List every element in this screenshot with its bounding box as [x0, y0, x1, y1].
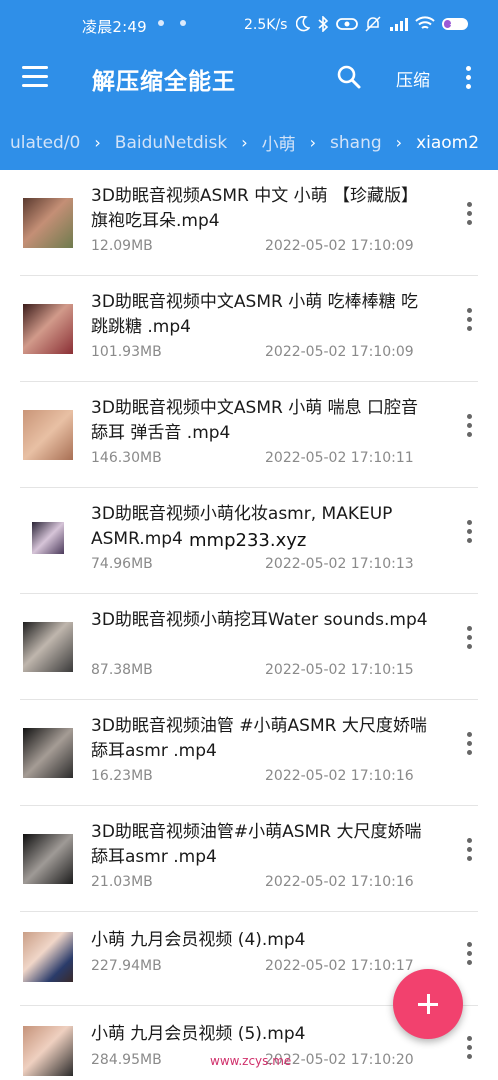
file-size: 74.96MB [91, 556, 153, 572]
more-vert-icon[interactable] [465, 308, 473, 335]
video-thumbnail [23, 410, 73, 460]
file-name: 3D助眠音视频ASMR 中文 小萌 【珍藏版】旗袍吃耳朵.mp4 [91, 186, 419, 231]
site-watermark: www.zcys.me [210, 1054, 292, 1068]
link-icon [336, 18, 358, 30]
more-vert-icon[interactable] [465, 202, 473, 229]
file-row[interactable]: 3D助眠音视频小萌挖耳Water sounds.mp4 87.38MB 2022… [0, 594, 498, 700]
file-list: 3D助眠音视频ASMR 中文 小萌 【珍藏版】旗袍吃耳朵.mp4 12.09MB… [0, 170, 498, 1076]
video-thumbnail [23, 932, 73, 982]
video-thumbnail [23, 1026, 73, 1076]
menu-icon[interactable] [22, 66, 48, 88]
breadcrumb-item[interactable]: shang [330, 133, 382, 153]
notification-dot-icon [180, 20, 186, 26]
add-fab-button[interactable] [393, 969, 463, 1039]
video-thumbnail [23, 198, 73, 248]
battery-level: 32 [449, 18, 461, 28]
file-date: 2022-05-02 17:10:09 [265, 238, 414, 254]
more-vert-icon[interactable] [465, 732, 473, 759]
chevron-right-icon: › [309, 133, 317, 152]
file-size: 21.03MB [91, 874, 153, 890]
file-row[interactable]: 3D助眠音视频油管#小萌ASMR 大尺度娇喘舔耳asmr .mp4 21.03M… [0, 806, 498, 912]
more-vert-icon[interactable] [465, 520, 473, 547]
file-date: 2022-05-02 17:10:09 [265, 344, 414, 360]
bluetooth-icon [318, 16, 329, 32]
mute-icon [365, 16, 381, 32]
moon-icon [296, 16, 310, 32]
file-row[interactable]: 3D助眠音视频ASMR 中文 小萌 【珍藏版】旗袍吃耳朵.mp4 12.09MB… [0, 170, 498, 276]
file-name: 3D助眠音视频油管#小萌ASMR 大尺度娇喘舔耳asmr .mp4 [91, 822, 422, 867]
file-size: 227.94MB [91, 958, 162, 974]
app-bar: 解压缩全能王 压缩 [0, 50, 498, 106]
chevron-right-icon: › [241, 133, 248, 152]
breadcrumb-item-current[interactable]: xiaom2 [416, 133, 479, 153]
status-time: 凌晨2:49 [82, 18, 147, 36]
file-name: 3D助眠音视频小萌挖耳Water sounds.mp4 [91, 610, 428, 630]
file-size: 101.93MB [91, 344, 162, 360]
battery-icon: 32 [442, 18, 468, 30]
file-size: 284.95MB [91, 1052, 162, 1068]
video-thumbnail [23, 304, 73, 354]
file-row[interactable]: 3D助眠音视频中文ASMR 小萌 喘息 口腔音 舔耳 弹舌音 .mp4 146.… [0, 382, 498, 488]
file-date: 2022-05-02 17:10:16 [265, 768, 414, 784]
app-title: 解压缩全能王 [92, 69, 236, 95]
wifi-icon [415, 16, 435, 29]
chevron-right-icon: › [94, 133, 101, 152]
file-date: 2022-05-02 17:10:11 [265, 450, 414, 466]
video-thumbnail [23, 834, 73, 884]
video-thumbnail [23, 728, 73, 778]
more-vert-icon[interactable] [465, 838, 473, 865]
video-thumbnail [32, 522, 64, 554]
search-icon[interactable] [336, 64, 362, 90]
more-vert-icon[interactable] [465, 626, 473, 653]
file-name: 小萌 九月会员视频 (5).mp4 [91, 1024, 306, 1044]
breadcrumb-item[interactable]: ulated/0 [10, 133, 80, 153]
file-size: 12.09MB [91, 238, 153, 254]
file-name: 3D助眠音视频油管 #小萌ASMR 大尺度娇喘舔耳asmr .mp4 [91, 716, 427, 761]
more-vert-icon[interactable] [464, 66, 472, 93]
file-size: 16.23MB [91, 768, 153, 784]
net-speed: 2.5K/s [244, 17, 288, 33]
file-size: 146.30MB [91, 450, 162, 466]
file-name: 小萌 九月会员视频 (4).mp4 [91, 930, 306, 950]
file-row[interactable]: 3D助眠音视频中文ASMR 小萌 吃棒棒糖 吃跳跳糖 .mp4 101.93MB… [0, 276, 498, 382]
file-date: 2022-05-02 17:10:13 [265, 556, 414, 572]
hd-signal-icon [390, 18, 408, 31]
notification-dot-icon [158, 20, 164, 26]
more-vert-icon[interactable] [465, 942, 473, 969]
compress-button[interactable]: 压缩 [396, 66, 430, 91]
file-name: 3D助眠音视频中文ASMR 小萌 吃棒棒糖 吃跳跳糖 .mp4 [91, 292, 419, 337]
file-date: 2022-05-02 17:10:15 [265, 662, 414, 678]
file-size: 87.38MB [91, 662, 153, 678]
breadcrumb-item[interactable]: 小萌 [262, 130, 296, 155]
breadcrumb-item[interactable]: BaiduNetdisk [115, 133, 227, 153]
overlay-watermark: mmp233.xyz [189, 530, 307, 551]
status-bar: 凌晨2:49 2.5K/s 32 [0, 0, 498, 50]
breadcrumb: ulated/0 › BaiduNetdisk › 小萌 › shang › x… [0, 106, 498, 170]
more-vert-icon[interactable] [465, 414, 473, 441]
more-vert-icon[interactable] [465, 1036, 473, 1063]
file-date: 2022-05-02 17:10:17 [265, 958, 414, 974]
chevron-right-icon: › [395, 133, 403, 152]
video-thumbnail [23, 622, 73, 672]
file-name: 3D助眠音视频中文ASMR 小萌 喘息 口腔音 舔耳 弹舌音 .mp4 [91, 398, 419, 443]
file-row[interactable]: 3D助眠音视频油管 #小萌ASMR 大尺度娇喘舔耳asmr .mp4 16.23… [0, 700, 498, 806]
file-date: 2022-05-02 17:10:16 [265, 874, 414, 890]
